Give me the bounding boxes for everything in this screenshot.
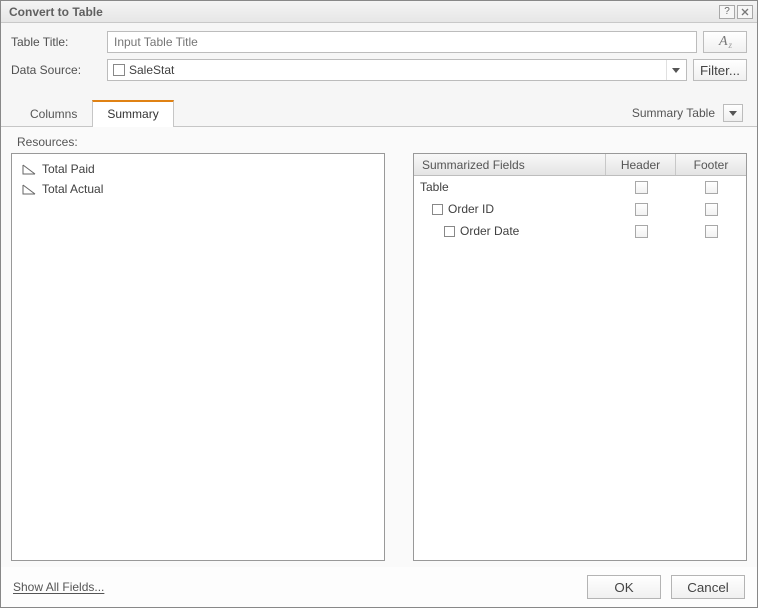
resources-list: Total Paid Total Actual [11, 153, 385, 561]
row-label: Order ID [448, 202, 494, 216]
row-label: Order Date [460, 224, 519, 238]
tabs-bar: Columns Summary Summary Table [1, 91, 757, 127]
tab-content: Resources: Total Paid Total Actual [1, 127, 757, 567]
table-title-input[interactable] [107, 31, 697, 53]
header-checkbox[interactable] [635, 225, 648, 238]
tab-columns[interactable]: Columns [15, 101, 92, 127]
grid-row[interactable]: Order Date [414, 220, 746, 242]
summarized-fields-panel: Summarized Fields Header Footer Table Or… [413, 133, 747, 561]
footer-checkbox[interactable] [705, 203, 718, 216]
font-button[interactable]: Az [703, 31, 747, 53]
footer-checkbox[interactable] [705, 181, 718, 194]
convert-to-table-dialog: Convert to Table ? Table Title: Az Data … [0, 0, 758, 608]
data-source-label: Data Source: [11, 63, 101, 77]
resource-item[interactable]: Total Actual [22, 182, 374, 196]
resource-label: Total Paid [42, 162, 95, 176]
dataset-icon [113, 64, 125, 76]
col-header-footer[interactable]: Footer [676, 154, 746, 175]
field-icon [444, 226, 455, 237]
resource-item[interactable]: Total Paid [22, 162, 374, 176]
footer-checkbox[interactable] [705, 225, 718, 238]
cancel-button[interactable]: Cancel [671, 575, 745, 599]
col-header-header[interactable]: Header [606, 154, 676, 175]
field-icon [432, 204, 443, 215]
resource-label: Total Actual [42, 182, 103, 196]
filter-button[interactable]: Filter... [693, 59, 747, 81]
show-all-fields-link[interactable]: Show All Fields... [13, 580, 104, 594]
col-header-fields[interactable]: Summarized Fields [414, 154, 606, 175]
grid-header: Summarized Fields Header Footer [414, 154, 746, 176]
grid-row[interactable]: Order ID [414, 198, 746, 220]
grid-row[interactable]: Table [414, 176, 746, 198]
resources-panel: Resources: Total Paid Total Actual [11, 133, 385, 561]
chevron-down-icon [666, 60, 684, 80]
measure-icon [22, 184, 36, 194]
data-source-value: SaleStat [129, 63, 666, 77]
summarized-fields-grid: Summarized Fields Header Footer Table Or… [413, 153, 747, 561]
measure-icon [22, 164, 36, 174]
close-icon[interactable] [737, 5, 753, 19]
header-checkbox[interactable] [635, 181, 648, 194]
summary-table-label: Summary Table [632, 106, 715, 120]
titlebar: Convert to Table ? [1, 1, 757, 23]
window-title: Convert to Table [9, 5, 717, 19]
summary-table-select[interactable]: Summary Table [632, 104, 747, 126]
row-label: Table [414, 180, 606, 194]
help-icon[interactable]: ? [719, 5, 735, 19]
table-title-label: Table Title: [11, 35, 101, 49]
dialog-footer: Show All Fields... OK Cancel [1, 567, 757, 607]
resources-label: Resources: [17, 135, 385, 149]
header-checkbox[interactable] [635, 203, 648, 216]
form-area: Table Title: Az Data Source: SaleStat Fi… [1, 23, 757, 91]
ok-button[interactable]: OK [587, 575, 661, 599]
chevron-down-icon [723, 104, 743, 122]
data-source-combo[interactable]: SaleStat [107, 59, 687, 81]
tab-summary[interactable]: Summary [92, 100, 173, 127]
